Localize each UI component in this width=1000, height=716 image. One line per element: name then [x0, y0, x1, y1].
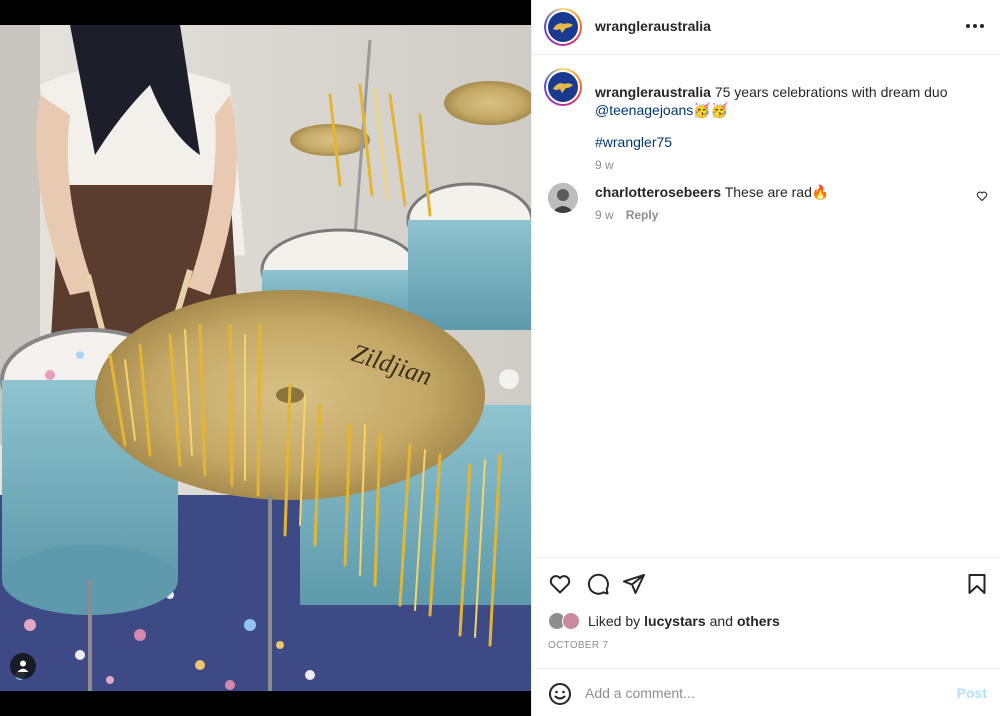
caption-mention[interactable]: @teenagejoans [595, 102, 693, 118]
bookmark-icon[interactable] [965, 572, 989, 596]
commenter-avatar[interactable] [548, 183, 578, 213]
post-date: OCTOBER 7 [548, 640, 609, 651]
caption-time: 9 w [595, 158, 614, 172]
wrangler-logo-icon [548, 72, 578, 102]
post-photo[interactable]: Zildjian [0, 25, 531, 691]
send-icon[interactable] [622, 572, 646, 596]
likes-summary: Liked by lucystars and others [548, 611, 780, 631]
commenter-username[interactable]: charlotterosebeers [595, 184, 721, 200]
reply-button[interactable]: Reply [626, 208, 659, 222]
comments-section: wrangleraustralia 75 years celebrations … [532, 56, 1000, 556]
post-header: wrangleraustralia [532, 0, 1000, 55]
comment-time: 9 w [595, 208, 614, 222]
caption-text: wrangleraustralia 75 years celebrations … [595, 83, 955, 119]
user-tag-icon[interactable] [10, 653, 36, 679]
author-username[interactable]: wrangleraustralia [595, 18, 711, 34]
comment-meta: 9 w Reply [595, 208, 658, 222]
media-overlay-dot [499, 369, 519, 389]
caption-avatar[interactable] [544, 68, 582, 106]
heart-icon[interactable] [548, 572, 572, 596]
likes-prefix: Liked by [588, 613, 641, 629]
liker-avatar [562, 612, 580, 630]
post-media: Zildjian [0, 0, 531, 716]
likes-others[interactable]: others [737, 613, 780, 629]
comment-body: These are rad🔥 [721, 184, 830, 200]
post-sidebar: wrangleraustralia wrangleraustralia 75 y… [531, 0, 1000, 716]
add-comment-bar: Post [532, 668, 1000, 716]
smiley-icon[interactable] [548, 682, 572, 706]
caption-hashtag[interactable]: #wrangler75 [595, 134, 672, 150]
caption-body: 75 years celebrations with dream duo [710, 84, 948, 100]
comment-item: charlotterosebeers These are rad🔥 9 w Rep… [548, 181, 988, 231]
caption-username[interactable]: wrangleraustralia [595, 84, 711, 100]
comment-text: charlotterosebeers These are rad🔥 [595, 184, 829, 201]
author-avatar[interactable] [544, 8, 582, 46]
post-comment-button[interactable]: Post [957, 685, 987, 701]
likes-connector: and [709, 613, 733, 629]
drum-kit-photo: Zildjian [0, 25, 531, 691]
instagram-post-modal: Zildjian wrangleraustralia wrangleraustr… [0, 0, 1000, 716]
post-actions: Liked by lucystars and others OCTOBER 7 [532, 557, 1000, 667]
comment-input[interactable] [585, 681, 925, 705]
comment-like-heart-icon[interactable] [976, 190, 988, 202]
likes-user[interactable]: lucystars [644, 613, 705, 629]
caption-emoji: 🥳🥳 [693, 102, 729, 118]
liker-avatars[interactable] [548, 611, 584, 631]
wrangler-logo-icon [548, 12, 578, 42]
more-options-icon[interactable] [963, 16, 987, 36]
comment-icon[interactable] [586, 572, 610, 596]
